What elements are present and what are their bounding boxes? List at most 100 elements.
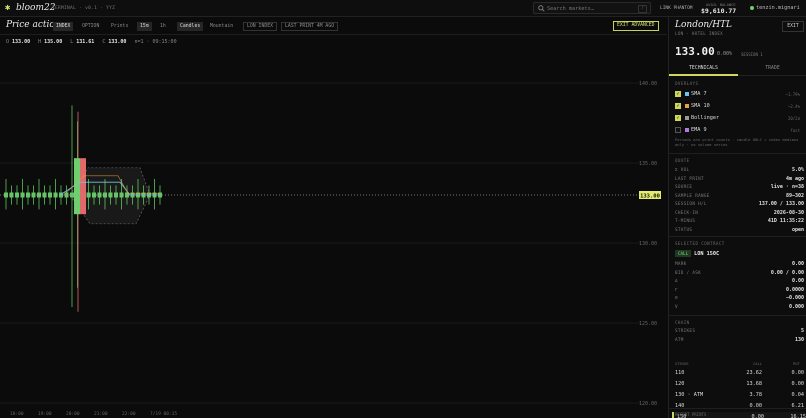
y-tick-label: 140.00 — [639, 81, 657, 87]
overlay-name: SMA 10 — [691, 103, 710, 109]
price-chart[interactable]: 140.00 135.00 130.00 125.00 120.00 18:00 19:00… — [0, 47, 667, 418]
kv-key: SAMPLE RANGE — [675, 193, 710, 199]
kv-key: ATM — [675, 338, 684, 343]
exit-advanced-button[interactable]: EXIT ADVANCED — [613, 21, 659, 31]
tab-technicals[interactable]: TECHNICALS — [669, 62, 738, 76]
chain-heading: CHAIN — [675, 320, 690, 325]
kv-row: CHECK-IN 2026-08-30 — [675, 210, 805, 218]
user-menu[interactable]: tenzin.mignari — [750, 5, 800, 11]
put-cell[interactable]: 0.00 — [772, 381, 805, 387]
kv-value: 5 — [800, 328, 804, 334]
mode-option-tab[interactable]: OPTION — [79, 22, 102, 31]
link-wallet-button[interactable]: LINK PHANTOM — [660, 6, 693, 11]
color-swatch — [685, 92, 689, 96]
search-box[interactable]: / — [533, 2, 651, 14]
kv-value: 41D 11:35:22 — [767, 218, 804, 224]
kv-row: T-MINUS 41D 11:35:22 — [675, 218, 805, 226]
kv-value: 0.00 — [791, 278, 804, 284]
mode-index-tab[interactable]: INDEX — [53, 22, 74, 31]
put-cell[interactable]: 0.00 — [772, 370, 805, 376]
kv-key: CHECK-IN — [675, 210, 699, 216]
kv-value: 0.000 — [788, 303, 804, 310]
market-panel: London/HTL LON · HOTEL INDEX EXIT 133.00… — [668, 17, 806, 418]
kv-key: Δ — [675, 279, 678, 284]
chain-row[interactable]: 110 23.62 0.00 — [672, 368, 805, 379]
overlay-value: fast — [790, 128, 800, 133]
mode-prints-tab[interactable]: Prints — [108, 22, 131, 31]
lon-index-tag[interactable]: LON INDEX — [243, 22, 277, 31]
search-shortcut: / — [638, 5, 647, 13]
symbol-subtitle: LON · HOTEL INDEX — [675, 31, 723, 36]
call-cell[interactable]: 23.62 — [732, 370, 762, 376]
last-price-label: 133.00 — [640, 193, 660, 199]
kv-value: 137.00 / 133.00 — [758, 201, 804, 207]
kv-row: Θ −0.000 — [675, 295, 805, 303]
kv-key: Γ — [675, 287, 678, 293]
call-cell[interactable]: 0.00 — [734, 414, 765, 418]
quote-heading: QUOTE — [675, 158, 690, 163]
selected-contract[interactable]: CALL LON 150C — [675, 250, 719, 257]
last-price: 133.00 — [675, 45, 715, 58]
y-tick-label: 135.00 — [639, 161, 657, 167]
last-print-tag: LAST PRINT 4M AGO — [281, 22, 339, 31]
interval-15m-tab[interactable]: 15m — [137, 22, 152, 31]
kv-value: 130 — [794, 337, 804, 343]
symbol-name: London/HTL — [675, 20, 733, 30]
chain-row[interactable]: 140 0.00 6.21 — [672, 401, 805, 412]
kv-value: 4m ago — [785, 175, 804, 182]
chain-row[interactable]: 120 13.68 0.00 — [672, 379, 805, 390]
kv-row: Γ 0.0000 — [675, 287, 805, 295]
brand-name: bloom22 — [16, 3, 56, 13]
call-cell[interactable]: 3.78 — [732, 392, 763, 398]
overlay-name: Bollinger — [691, 115, 720, 121]
style-candles-tab[interactable]: Candles — [177, 22, 204, 31]
ohlc-extra: n=1 · 09:15:00 — [134, 39, 177, 45]
kv-row: STRIKES 5 — [675, 328, 805, 336]
close-value: 133.00 — [108, 39, 127, 45]
strike-cell: 110 — [675, 370, 685, 376]
kv-key: Θ — [675, 296, 678, 301]
checkbox-icon[interactable]: ✓ — [675, 103, 681, 109]
strike-cell: 120 — [675, 381, 685, 387]
candle — [74, 158, 80, 215]
call-badge: CALL — [675, 250, 692, 257]
kv-row: V 0.000 — [675, 304, 805, 312]
contract-heading: SELECTED CONTRACT — [675, 241, 725, 246]
logo-icon: ✱ — [5, 3, 11, 13]
kv-row: SESSION H/L 137.00 / 133.00 — [675, 201, 805, 209]
put-cell[interactable]: 0.04 — [772, 392, 805, 398]
kv-value: 0.00 — [791, 261, 804, 267]
overlay-row[interactable]: EMA 9 fast — [675, 126, 803, 135]
put-cell[interactable]: 16.15 — [774, 414, 806, 418]
checkbox-icon[interactable]: ✓ — [675, 91, 681, 97]
build-label: TERMINAL · v0.1 · YYZ — [52, 6, 116, 11]
x-tick-label: 19:00 — [38, 411, 52, 417]
overlay-row[interactable]: ✓ SMA 10 ~2.4% — [675, 102, 803, 111]
kv-row: Σ VOL 5.0% — [675, 167, 805, 175]
exit-button[interactable]: EXIT — [782, 21, 804, 32]
x-tick-label: 22:00 — [122, 411, 136, 417]
kv-value: 5.0% — [791, 167, 804, 173]
chain-row[interactable]: 130 · ATM 3.78 0.04 — [672, 390, 805, 401]
tab-trade[interactable]: TRADE — [738, 62, 806, 76]
y-tick-label: 120.00 — [639, 401, 657, 407]
style-mountain-tab[interactable]: Mountain — [207, 22, 236, 31]
strike-cell: 130 · ATM — [675, 392, 704, 398]
candle — [80, 158, 86, 215]
interval-1h-tab[interactable]: 1h — [157, 22, 169, 31]
username: tenzin.mignari — [756, 5, 800, 11]
search-input[interactable] — [547, 4, 627, 13]
overlay-name: EMA 9 — [691, 127, 707, 133]
overlay-row[interactable]: ✓ SMA 7 ~1.79% — [675, 90, 803, 99]
overlay-note: Periods are print counts · candle OHLC =… — [675, 137, 799, 147]
checkbox-icon[interactable]: ✓ — [675, 115, 681, 121]
overlay-row[interactable]: ✓ Bollinger 20/2σ — [675, 114, 803, 123]
call-cell[interactable]: 13.68 — [732, 381, 762, 387]
kv-key: SESSION H/L — [675, 202, 707, 207]
overlay-name: SMA 7 — [691, 91, 707, 97]
kv-key: MARK — [675, 262, 687, 267]
kv-value: 89–302 — [785, 192, 804, 199]
x-tick-label: 7/19 00:15 — [150, 411, 177, 417]
kv-key: V — [675, 304, 678, 310]
checkbox-icon[interactable] — [675, 127, 681, 133]
